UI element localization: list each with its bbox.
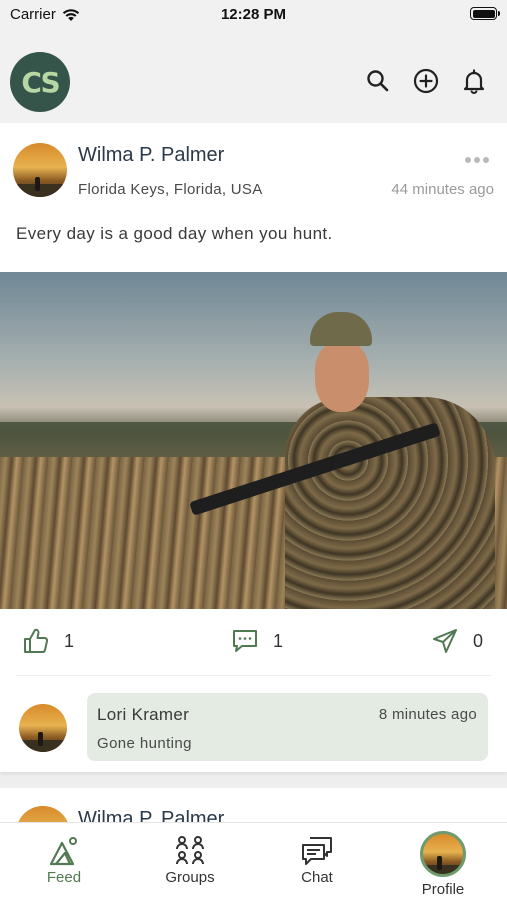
thumbs-up-icon	[24, 628, 49, 653]
post-card: Wilma P. Palmer Florida Keys, Florida, U…	[0, 123, 507, 772]
like-button[interactable]: 1	[22, 627, 74, 655]
post-timestamp: 44 minutes ago	[391, 181, 494, 198]
feed-icon	[49, 837, 77, 866]
comment-count: 1	[273, 630, 284, 651]
comment-icon	[233, 630, 257, 652]
like-count: 1	[64, 630, 75, 651]
tab-groups[interactable]: Groups	[140, 831, 240, 886]
post-action-bar: 1 1 0	[0, 609, 507, 671]
clock: 12:28 PM	[220, 6, 287, 23]
share-count: 0	[473, 630, 484, 651]
search-icon[interactable]	[365, 68, 391, 94]
profile-avatar	[420, 831, 466, 877]
bell-icon[interactable]	[461, 68, 487, 94]
tab-label-chat: Chat	[301, 869, 333, 886]
post-image[interactable]	[0, 272, 507, 609]
more-options-icon[interactable]	[465, 157, 489, 163]
add-circle-icon[interactable]	[413, 68, 439, 94]
author-avatar[interactable]	[13, 143, 67, 197]
status-bar: Carrier 12:28 PM	[0, 0, 507, 30]
comment-timestamp: 8 minutes ago	[378, 706, 477, 723]
groups-icon	[176, 836, 204, 865]
post-location: Florida Keys, Florida, USA	[78, 181, 263, 198]
tab-label-profile: Profile	[421, 881, 465, 898]
tab-label-groups: Groups	[165, 869, 215, 886]
post-author-name[interactable]: Wilma P. Palmer	[78, 144, 224, 167]
send-icon	[433, 629, 457, 653]
post-text: Every day is a good day when you hunt.	[16, 224, 333, 243]
app-header: CS	[0, 30, 507, 123]
chat-icon	[302, 837, 332, 865]
divider	[16, 675, 491, 676]
tab-chat[interactable]: Chat	[267, 831, 367, 886]
app-logo[interactable]: CS	[10, 52, 70, 112]
tab-profile[interactable]: Profile	[393, 831, 493, 898]
comment-button[interactable]: 1	[231, 627, 283, 655]
battery-icon	[470, 7, 500, 20]
share-button[interactable]: 0	[431, 627, 483, 655]
comment-text: Gone hunting	[97, 735, 192, 752]
bottom-tab-bar: Feed Groups Chat Profile	[0, 822, 507, 900]
tab-label-feed: Feed	[46, 869, 82, 886]
comment-bubble[interactable]: Lori Kramer 8 minutes ago Gone hunting	[87, 693, 488, 761]
tab-feed[interactable]: Feed	[14, 831, 114, 886]
commenter-avatar[interactable]	[19, 704, 67, 752]
comment-author-name[interactable]: Lori Kramer	[97, 705, 189, 725]
